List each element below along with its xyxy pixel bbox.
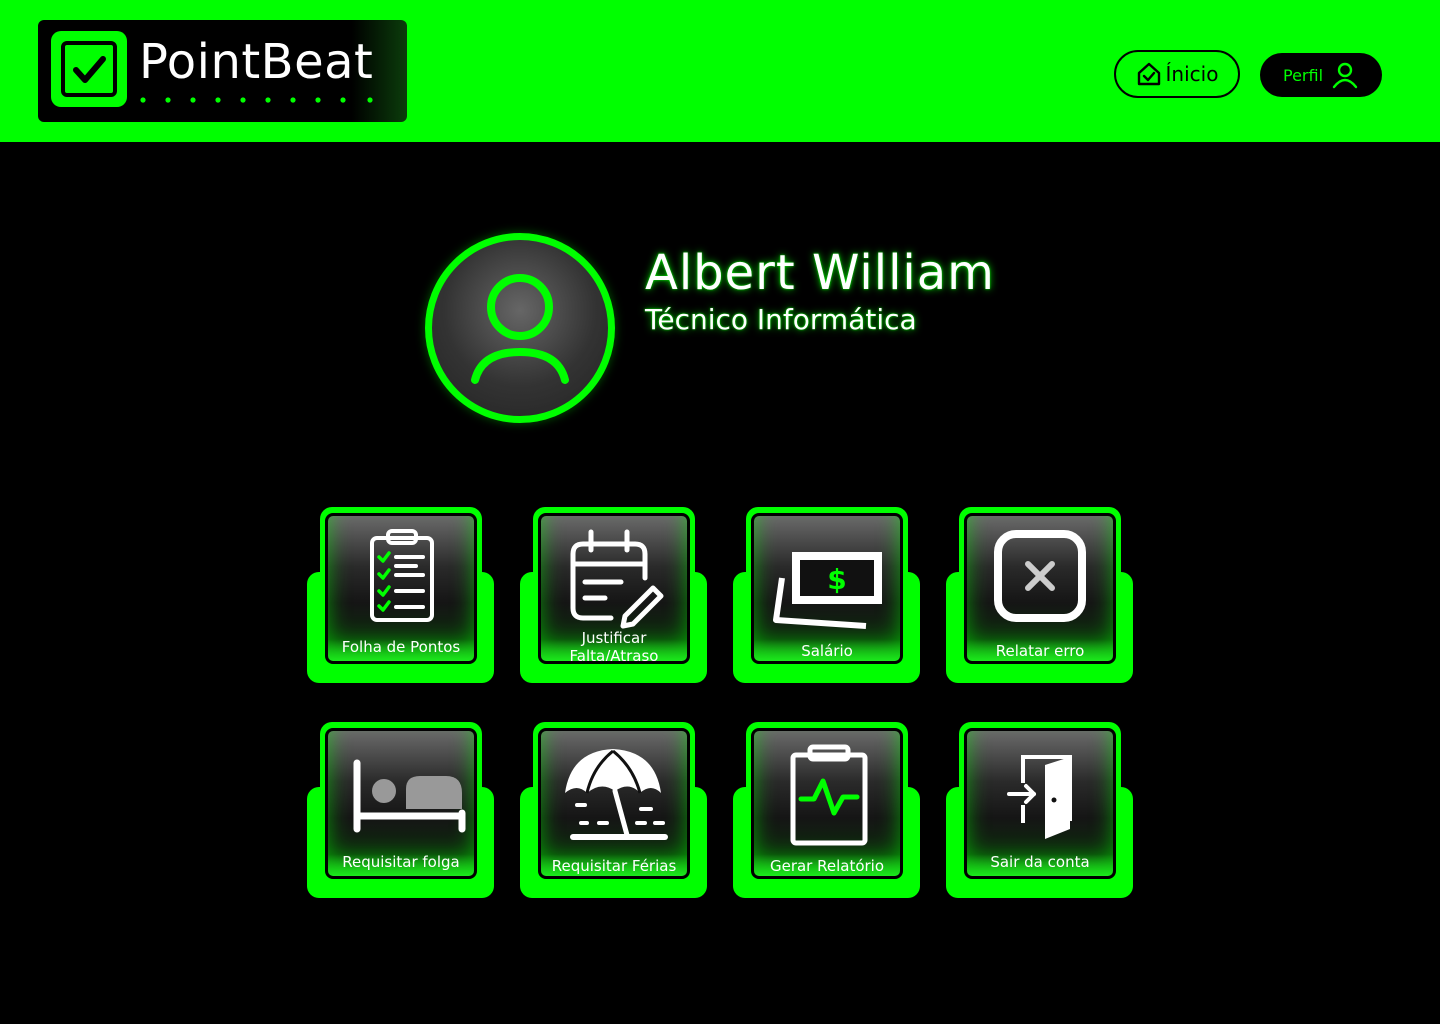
- tile-label: Relatar erro: [995, 642, 1085, 660]
- profile-button-label: Perfil: [1282, 65, 1324, 85]
- tile-justificar-falta[interactable]: Justificar Falta/Atraso: [520, 507, 707, 683]
- tile-label: Folha de Pontos: [341, 638, 461, 656]
- tile-label: Requisitar folga: [342, 853, 460, 871]
- money-bill-icon: $: [773, 552, 882, 629]
- tile-label: Salário: [801, 642, 853, 660]
- user-name: Albert William: [645, 245, 995, 301]
- tile-folha-de-pontos[interactable]: Folha de Pontos: [307, 507, 494, 683]
- tile-label-line2: Falta/Atraso: [569, 647, 659, 664]
- x-square-icon: [994, 530, 1086, 622]
- checkbox-logo-icon: [51, 31, 127, 107]
- report-clipboard-icon: [790, 744, 868, 846]
- profile-button[interactable]: Perfil: [1260, 53, 1382, 97]
- home-button-label: Ínicio: [1165, 62, 1219, 86]
- tile-sair-da-conta[interactable]: Sair da conta: [946, 722, 1133, 898]
- tile-requisitar-ferias[interactable]: Requisitar Férias: [520, 722, 707, 898]
- app-logo[interactable]: PointBeat: [38, 20, 407, 122]
- home-button[interactable]: Ínicio: [1114, 50, 1240, 98]
- tile-label-line1: Justificar: [581, 629, 647, 647]
- tile-gerar-relatorio[interactable]: Gerar Relatório: [733, 722, 920, 898]
- user-avatar-icon: [471, 274, 569, 384]
- tile-relatar-erro[interactable]: Relatar erro: [946, 507, 1133, 683]
- tile-requisitar-folga[interactable]: Requisitar folga: [307, 722, 494, 898]
- avatar: [425, 233, 615, 423]
- tile-label: Requisitar Férias: [551, 857, 677, 875]
- tile-label: Gerar Relatório: [769, 857, 885, 875]
- beach-umbrella-icon: [565, 749, 668, 840]
- user-icon: [1332, 62, 1358, 89]
- user-role: Técnico Informática: [645, 303, 917, 336]
- logo-dots-decoration: [140, 97, 373, 103]
- svg-text:$: $: [827, 563, 846, 596]
- top-bar: PointBeat Ínicio Perfil: [0, 0, 1440, 142]
- tile-label: Sair da conta: [990, 853, 1090, 871]
- home-icon: [1137, 62, 1160, 86]
- app-name: PointBeat: [139, 34, 374, 90]
- tile-salario[interactable]: $ Salário: [733, 507, 920, 683]
